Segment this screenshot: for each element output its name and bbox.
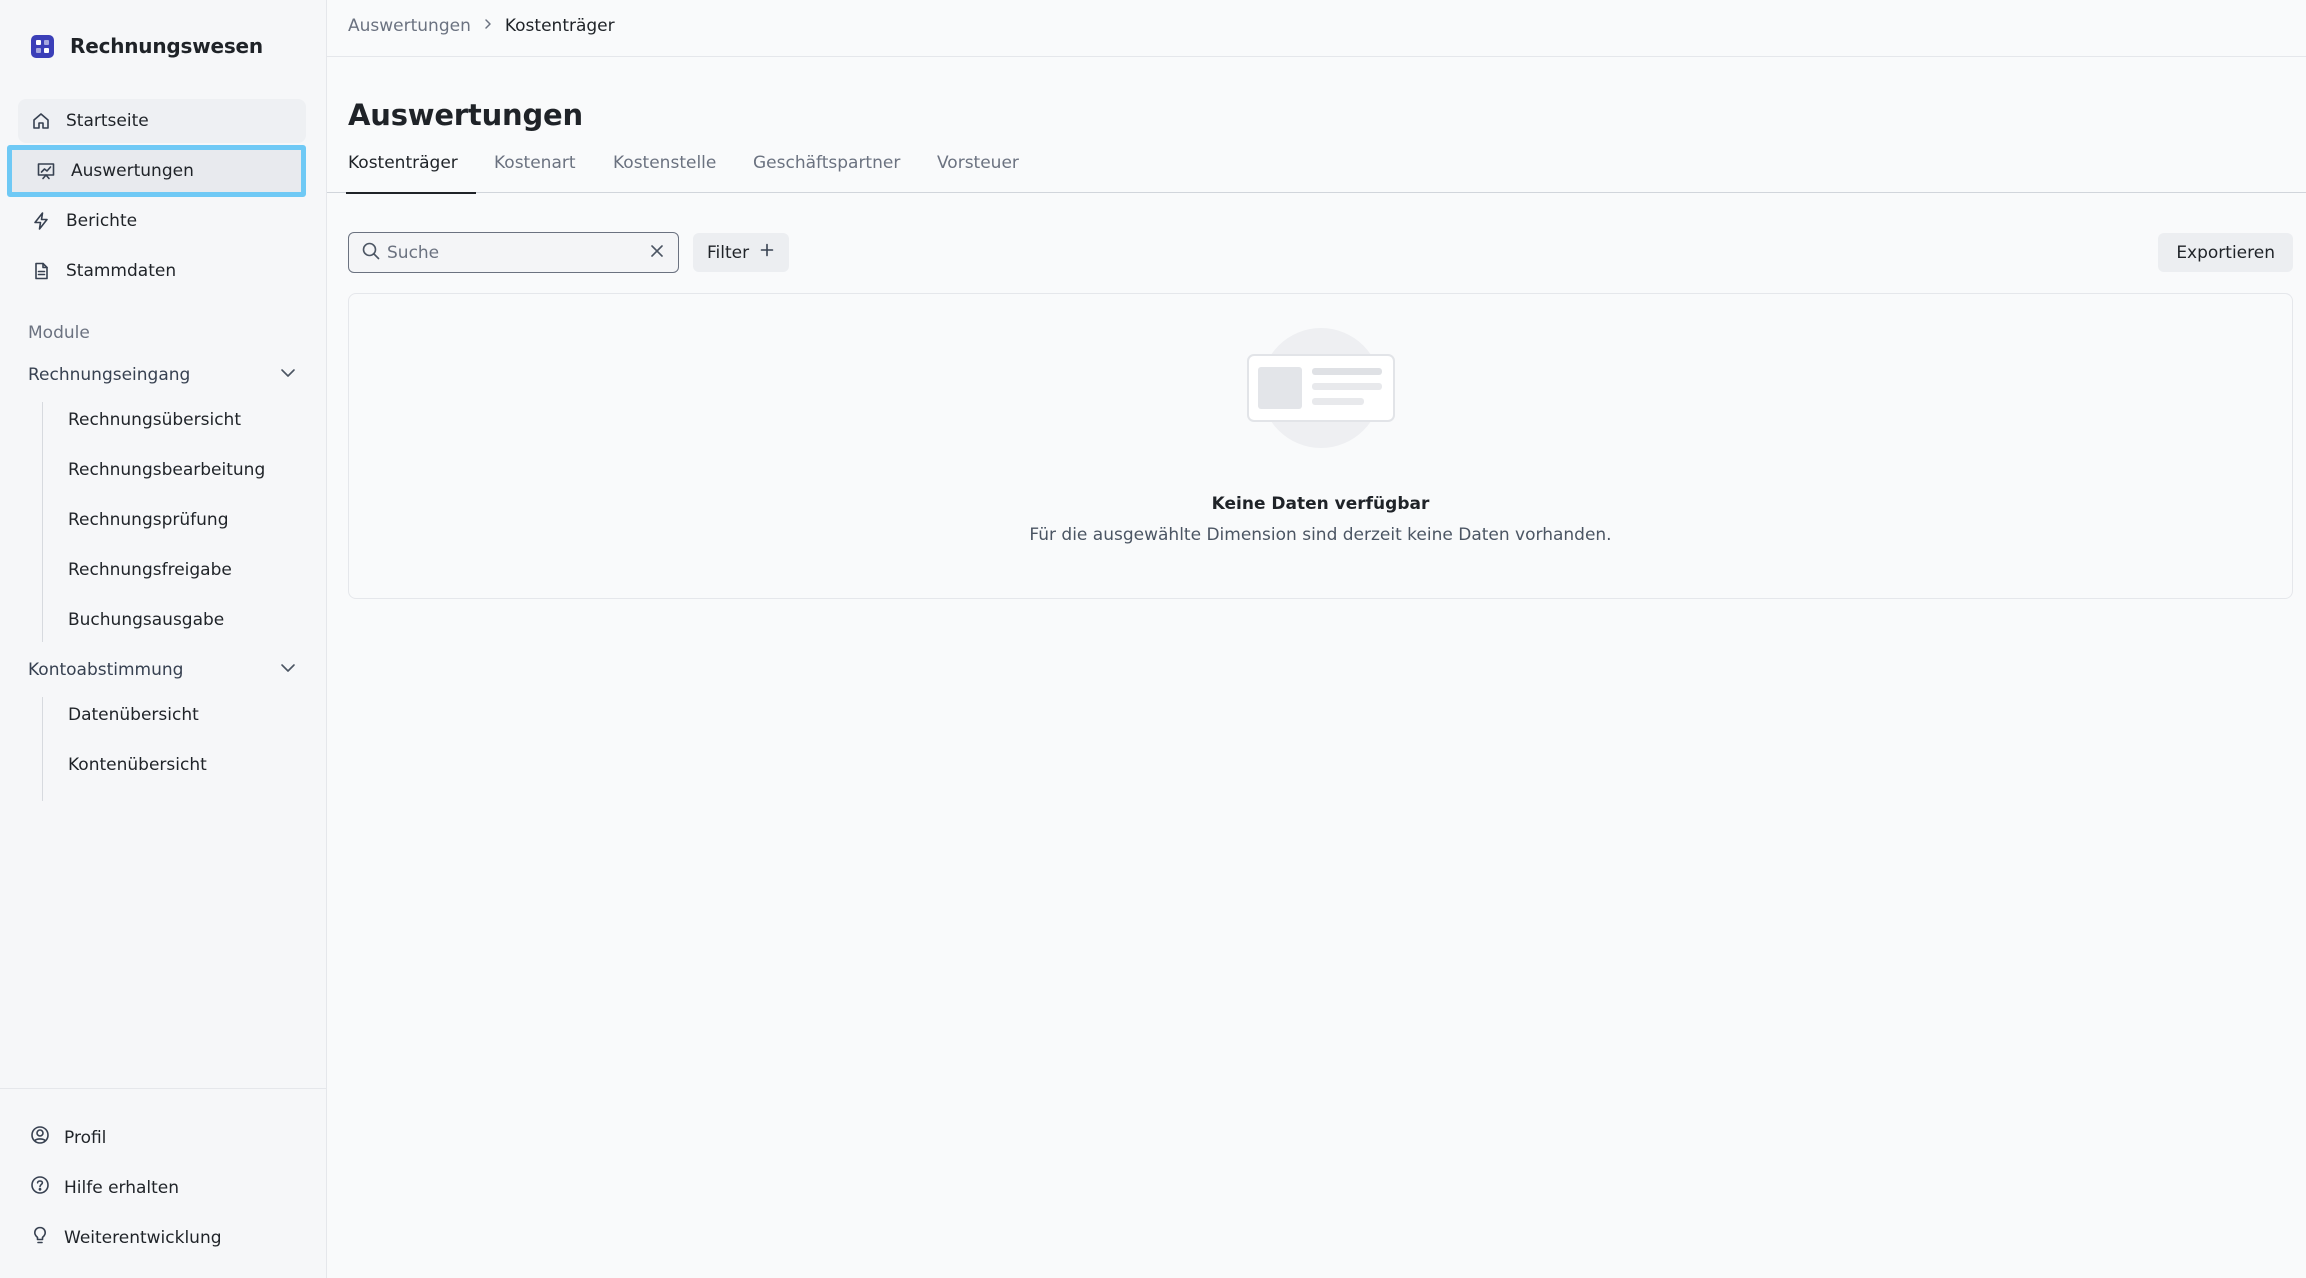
empty-state-description: Für die ausgewählte Dimension sind derze… bbox=[1029, 525, 1612, 545]
empty-state-title: Keine Daten verfügbar bbox=[1211, 494, 1430, 514]
sidebar-item-invoice-overview[interactable]: Rechnungsübersicht bbox=[68, 410, 241, 430]
breadcrumb-parent[interactable]: Auswertungen bbox=[348, 16, 471, 36]
sidebar-item-invoice-approval[interactable]: Rechnungsfreigabe bbox=[68, 560, 232, 580]
export-button-label: Exportieren bbox=[2176, 242, 2275, 263]
home-icon bbox=[30, 110, 52, 132]
sidebar-item-booking-output[interactable]: Buchungsausgabe bbox=[68, 610, 224, 630]
modules-section-label: Module bbox=[28, 323, 90, 343]
empty-list-illustration-icon bbox=[1246, 327, 1396, 453]
chevron-down-icon bbox=[278, 363, 298, 388]
tab-cost-center[interactable]: Kostenstelle bbox=[613, 150, 716, 193]
chevron-down-icon bbox=[278, 658, 298, 683]
lightning-icon bbox=[30, 210, 52, 232]
tab-cost-object[interactable]: Kostenträger bbox=[346, 150, 476, 194]
chevron-right-icon bbox=[481, 16, 495, 36]
sidebar-item-invoice-review[interactable]: Rechnungsprüfung bbox=[68, 510, 228, 530]
sidebar-bottom: Profil Hilfe erhalten Weiterentwicklung bbox=[0, 1088, 326, 1248]
breadcrumb: Auswertungen Kostenträger bbox=[348, 16, 615, 36]
nav-item-reports[interactable]: Berichte bbox=[18, 199, 306, 243]
topbar-divider bbox=[327, 56, 2306, 57]
plus-icon bbox=[759, 242, 775, 263]
module-group-label: Rechnungseingang bbox=[28, 365, 191, 385]
module-subtree-account-reconciliation: Datenübersicht Kontenübersicht bbox=[42, 697, 207, 801]
clear-icon[interactable] bbox=[648, 242, 666, 264]
brand-name: Rechnungswesen bbox=[70, 34, 263, 58]
tab-cost-type[interactable]: Kostenart bbox=[494, 150, 576, 193]
help-circle-icon bbox=[30, 1175, 50, 1200]
user-circle-icon bbox=[30, 1125, 50, 1150]
nav-item-feedback-label: Weiterentwicklung bbox=[64, 1227, 222, 1248]
brand[interactable]: Rechnungswesen bbox=[31, 34, 263, 58]
main-content: Auswertungen Kostenträger Auswertungen K… bbox=[327, 0, 2306, 1278]
nav-item-home-label: Startseite bbox=[66, 111, 149, 131]
sidebar-item-invoice-processing[interactable]: Rechnungsbearbeitung bbox=[68, 460, 265, 480]
document-icon bbox=[30, 260, 52, 282]
export-button[interactable]: Exportieren bbox=[2158, 233, 2293, 272]
app-root: Rechnungswesen Startseite Auswertungen B… bbox=[0, 0, 2306, 1278]
page-title: Auswertungen bbox=[348, 98, 583, 132]
filter-button[interactable]: Filter bbox=[693, 233, 790, 272]
tab-input-tax[interactable]: Vorsteuer bbox=[937, 150, 1019, 193]
lightbulb-icon bbox=[30, 1225, 50, 1250]
tab-bar: Kostenträger Kostenart Kostenstelle Gesc… bbox=[327, 150, 2306, 194]
search-field[interactable] bbox=[348, 232, 679, 273]
nav-item-profile[interactable]: Profil bbox=[30, 1125, 106, 1150]
nav-item-analytics-label: Auswertungen bbox=[71, 161, 194, 181]
module-group-invoice-inbound[interactable]: Rechnungseingang bbox=[28, 360, 298, 390]
nav-item-help[interactable]: Hilfe erhalten bbox=[30, 1175, 179, 1200]
brand-logo-icon bbox=[31, 34, 54, 58]
sidebar-item-accounts-overview[interactable]: Kontenübersicht bbox=[68, 755, 207, 775]
nav-item-home[interactable]: Startseite bbox=[18, 99, 306, 143]
empty-state-card: Keine Daten verfügbar Für die ausgewählt… bbox=[348, 293, 2293, 599]
sidebar-item-data-overview[interactable]: Datenübersicht bbox=[68, 705, 199, 725]
nav-item-profile-label: Profil bbox=[64, 1127, 107, 1148]
filter-button-label: Filter bbox=[707, 242, 750, 263]
tab-business-partner[interactable]: Geschäftspartner bbox=[753, 150, 900, 193]
module-group-label: Kontoabstimmung bbox=[28, 660, 184, 680]
search-input[interactable] bbox=[387, 242, 648, 263]
nav-item-feedback[interactable]: Weiterentwicklung bbox=[30, 1225, 222, 1250]
breadcrumb-current: Kostenträger bbox=[504, 16, 615, 36]
module-subtree-invoice-inbound: Rechnungsübersicht Rechnungsbearbeitung … bbox=[42, 402, 265, 642]
presentation-chart-icon bbox=[35, 160, 57, 182]
module-group-account-reconciliation[interactable]: Kontoabstimmung bbox=[28, 655, 298, 685]
nav-item-analytics[interactable]: Auswertungen bbox=[7, 145, 306, 197]
nav-item-help-label: Hilfe erhalten bbox=[64, 1177, 180, 1198]
nav-item-master-data-label: Stammdaten bbox=[66, 261, 177, 281]
sidebar: Rechnungswesen Startseite Auswertungen B… bbox=[0, 0, 327, 1278]
nav-item-reports-label: Berichte bbox=[66, 211, 138, 231]
search-icon bbox=[361, 241, 381, 265]
nav-item-master-data[interactable]: Stammdaten bbox=[18, 249, 306, 293]
